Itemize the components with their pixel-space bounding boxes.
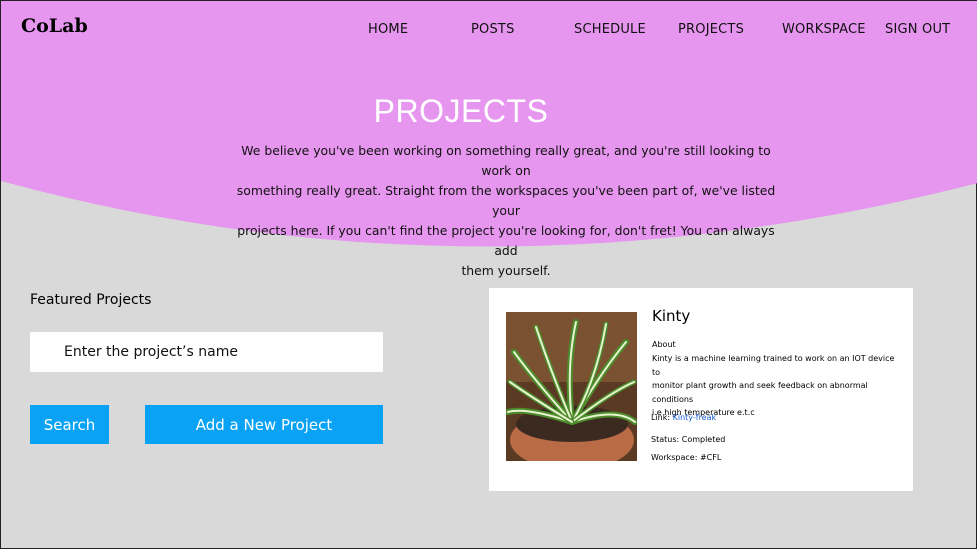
search-button[interactable]: Search <box>30 405 109 444</box>
page-title: PROJECTS <box>373 93 549 129</box>
nav-posts[interactable]: POSTS <box>471 22 515 37</box>
nav-sign-out[interactable]: SIGN OUT <box>885 22 950 37</box>
description-line: monitor plant growth and seek feedback o… <box>652 381 868 404</box>
add-project-button[interactable]: Add a New Project <box>145 405 383 444</box>
project-description: Kinty is a machine learning trained to w… <box>652 352 902 420</box>
about-label: About <box>652 340 676 349</box>
project-link[interactable]: Kinty-freak <box>673 413 717 422</box>
project-link-row: Link: Kinty-freak <box>651 413 716 422</box>
project-workspace-row: Workspace: #CFL <box>651 453 721 462</box>
nav-home[interactable]: HOME <box>368 22 408 37</box>
workspace-label: Workspace: <box>651 453 698 462</box>
nav-projects[interactable]: PROJECTS <box>678 22 744 37</box>
plant-photo <box>506 312 637 461</box>
hero-line: them yourself. <box>461 263 551 278</box>
project-search-input[interactable] <box>30 332 383 372</box>
logo[interactable]: CoLab <box>21 15 88 37</box>
hero-line: something really great. Straight from th… <box>236 183 776 218</box>
nav-schedule[interactable]: SCHEDULE <box>574 22 646 37</box>
featured-projects-label: Featured Projects <box>30 292 152 308</box>
hero-line: We believe you've been working on someth… <box>241 143 771 178</box>
link-label: Link: <box>651 413 671 422</box>
status-value: Completed <box>681 435 726 444</box>
project-card[interactable]: Kinty About Kinty is a machine learning … <box>489 288 913 491</box>
description-line: Kinty is a machine learning trained to w… <box>652 354 895 377</box>
status-label: Status: <box>651 435 680 444</box>
nav-workspace[interactable]: WORKSPACE <box>782 22 866 37</box>
project-name: Kinty <box>652 307 691 325</box>
hero-line: projects here. If you can't find the pro… <box>237 223 775 258</box>
workspace-value: #CFL <box>699 453 722 462</box>
hero-description: We believe you've been working on someth… <box>233 141 779 281</box>
navbar: CoLab HOME POSTS SCHEDULE PROJECTS WORKS… <box>1 1 977 58</box>
project-status-row: Status: Completed <box>651 435 725 444</box>
